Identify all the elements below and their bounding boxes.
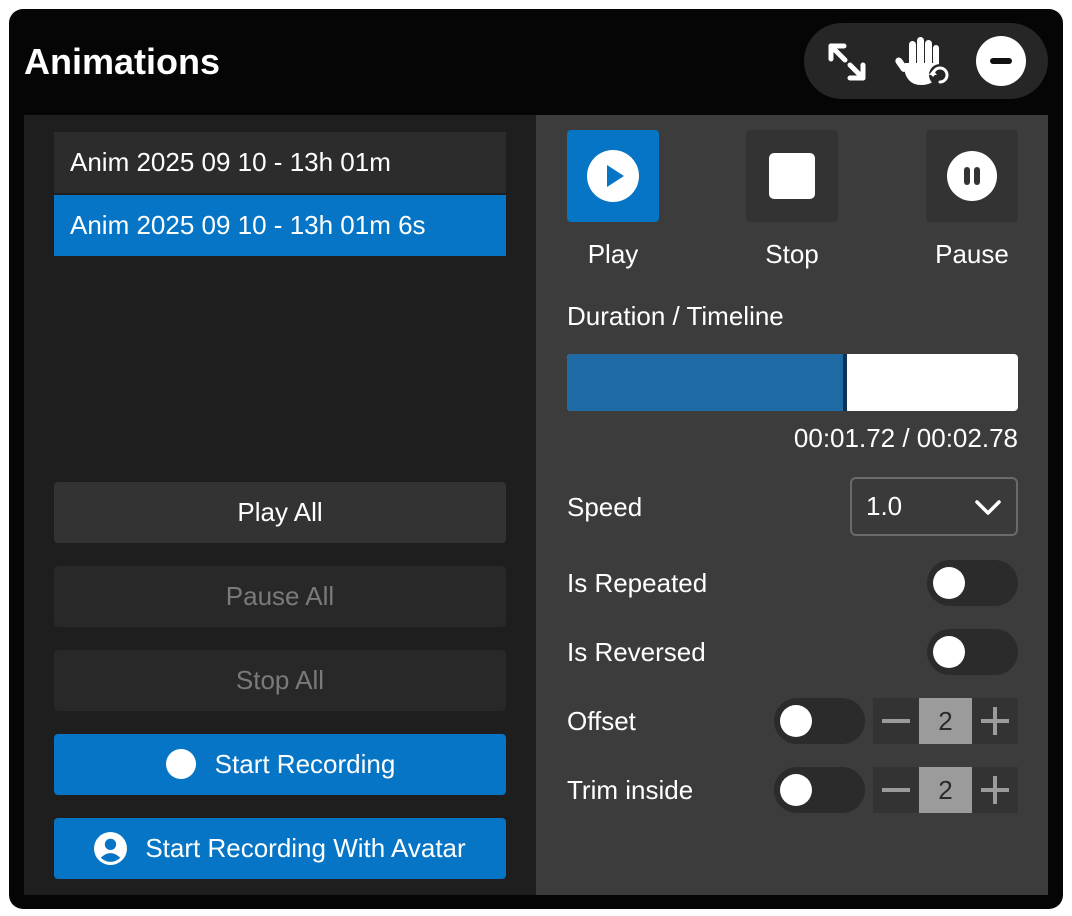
minus-icon[interactable] bbox=[873, 698, 919, 744]
timeline-time-readout: 00:01.72 / 00:02.78 bbox=[793, 423, 1018, 453]
toggle-knob bbox=[780, 774, 812, 806]
avatar-icon bbox=[94, 831, 128, 865]
hand-refresh-icon[interactable] bbox=[893, 35, 955, 89]
stop-button[interactable] bbox=[746, 130, 838, 222]
minus-circle-icon[interactable] bbox=[976, 36, 1026, 86]
minus-icon[interactable] bbox=[873, 767, 919, 813]
animation-controls-panel: Play Stop Pause Duration / Timeline 00:0… bbox=[536, 115, 1048, 895]
animation-list-item-selected[interactable]: Anim 2025 09 10 - 13h 01m 6s bbox=[54, 195, 506, 256]
animations-window: Animations Anim 2025 09 10 - 13h 01m Ani… bbox=[9, 9, 1063, 909]
toggle-knob bbox=[933, 567, 965, 599]
pause-all-button: Pause All bbox=[54, 566, 506, 627]
is-repeated-toggle[interactable] bbox=[927, 560, 1018, 606]
play-icon bbox=[587, 150, 639, 202]
stop-all-button: Stop All bbox=[54, 650, 506, 711]
start-recording-avatar-button[interactable]: Start Recording With Avatar bbox=[54, 818, 506, 879]
timeline-slider[interactable] bbox=[567, 354, 1018, 411]
chevron-down-icon bbox=[975, 500, 1001, 515]
timeline-progress bbox=[567, 354, 847, 411]
window-toolbar bbox=[804, 23, 1048, 99]
is-repeated-label: Is Repeated bbox=[567, 568, 708, 598]
start-recording-avatar-label: Start Recording With Avatar bbox=[145, 833, 466, 863]
offset-value[interactable]: 2 bbox=[919, 698, 972, 744]
offset-label: Offset bbox=[567, 706, 636, 736]
window-title: Animations bbox=[24, 41, 221, 82]
is-reversed-toggle[interactable] bbox=[927, 629, 1018, 675]
is-reversed-label: Is Reversed bbox=[567, 637, 706, 667]
play-button[interactable] bbox=[567, 130, 659, 222]
speed-select[interactable]: 1.0 bbox=[850, 477, 1018, 536]
trim-inside-toggle[interactable] bbox=[774, 767, 865, 813]
expand-icon[interactable] bbox=[822, 37, 872, 87]
timeline-label: Duration / Timeline bbox=[567, 301, 784, 331]
toggle-knob bbox=[780, 705, 812, 737]
trim-inside-label: Trim inside bbox=[567, 775, 694, 805]
plus-icon[interactable] bbox=[972, 698, 1018, 744]
play-label: Play bbox=[587, 239, 639, 269]
offset-toggle[interactable] bbox=[774, 698, 865, 744]
record-dot-icon bbox=[165, 749, 196, 780]
stop-label: Stop bbox=[765, 239, 819, 269]
trim-inside-value[interactable]: 2 bbox=[919, 767, 972, 813]
stop-icon bbox=[769, 153, 815, 199]
speed-label: Speed bbox=[567, 492, 643, 522]
animations-list-panel: Anim 2025 09 10 - 13h 01m Anim 2025 09 1… bbox=[24, 115, 536, 895]
toggle-knob bbox=[933, 636, 965, 668]
animation-list-item[interactable]: Anim 2025 09 10 - 13h 01m bbox=[54, 132, 506, 193]
offset-stepper: 2 bbox=[873, 698, 1018, 744]
pause-label: Pause bbox=[935, 239, 1009, 269]
trim-inside-stepper: 2 bbox=[873, 767, 1018, 813]
start-recording-label: Start Recording bbox=[214, 749, 396, 779]
pause-button[interactable] bbox=[926, 130, 1018, 222]
pause-icon bbox=[947, 151, 997, 201]
speed-value: 1.0 bbox=[866, 491, 903, 521]
plus-icon[interactable] bbox=[972, 767, 1018, 813]
start-recording-button[interactable]: Start Recording bbox=[54, 734, 506, 795]
play-all-button[interactable]: Play All bbox=[54, 482, 506, 543]
